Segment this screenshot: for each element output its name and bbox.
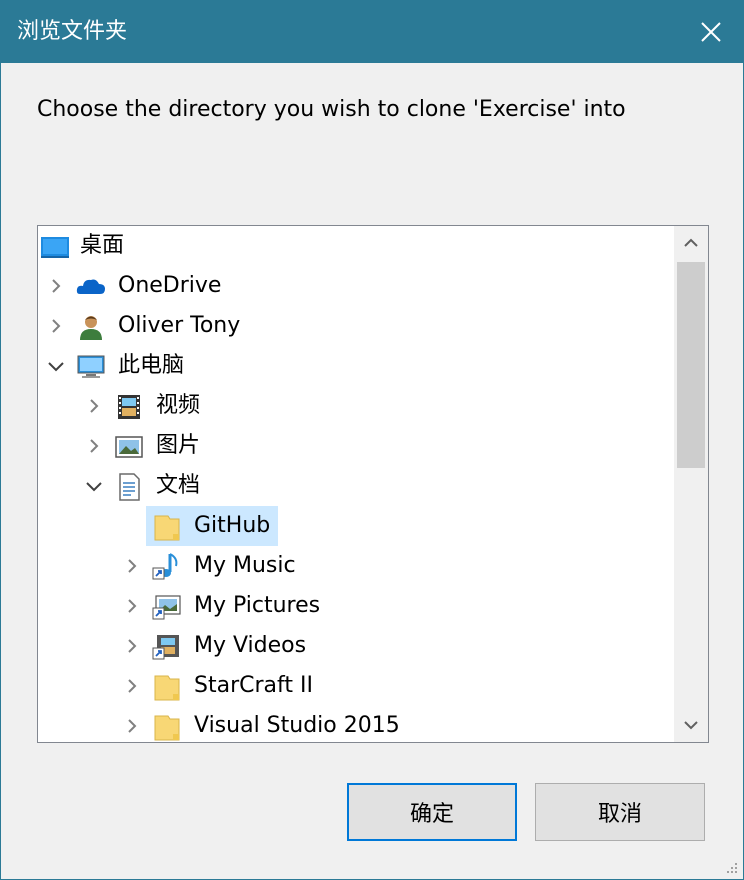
vertical-scrollbar[interactable]	[674, 226, 708, 742]
tree-item[interactable]: StarCraft II	[38, 666, 674, 706]
tree-item[interactable]: My Pictures	[38, 586, 674, 626]
tree-item-label: 文档	[156, 473, 201, 498]
pictures-shortcut-icon	[152, 595, 181, 620]
tree-item[interactable]: 视频	[38, 386, 674, 426]
scroll-down-button[interactable]	[674, 708, 708, 742]
tree-item-label: StarCraft II	[194, 673, 313, 698]
chevron-right-icon[interactable]	[84, 436, 104, 456]
tree-item[interactable]: 此电脑	[38, 346, 674, 386]
tree-item[interactable]: Visual Studio 2015	[38, 706, 674, 742]
onedrive-cloud-icon	[76, 279, 105, 294]
tree-item[interactable]: 图片	[38, 426, 674, 466]
scroll-up-button[interactable]	[674, 226, 708, 260]
chevron-down-icon	[684, 721, 698, 730]
user-icon	[80, 316, 102, 340]
cancel-button[interactable]: 取消	[535, 783, 705, 841]
video-folder-icon	[118, 395, 140, 419]
tree-item-label: Visual Studio 2015	[194, 713, 400, 738]
tree-item-label: My Videos	[194, 633, 307, 658]
tree-item[interactable]: OneDrive	[38, 266, 674, 306]
tree-item-label: My Music	[194, 553, 296, 578]
tree-item[interactable]: My Videos	[38, 626, 674, 666]
chevron-right-icon[interactable]	[122, 556, 142, 576]
tree-item[interactable]: My Music	[38, 546, 674, 586]
resize-grip-icon[interactable]	[723, 859, 739, 875]
title-bar[interactable]: 浏览文件夹	[1, 1, 743, 63]
tree-item[interactable]: GitHub	[38, 506, 674, 546]
chevron-right-icon[interactable]	[46, 276, 66, 296]
window-title: 浏览文件夹	[17, 19, 128, 44]
close-button[interactable]	[679, 1, 743, 63]
ok-button[interactable]: 确定	[347, 783, 517, 841]
folder-icon	[154, 715, 180, 741]
music-shortcut-icon	[152, 553, 178, 580]
tree-item-label: OneDrive	[118, 273, 222, 298]
tree-item-label: My Pictures	[194, 593, 321, 618]
folder-icon	[154, 515, 180, 541]
chevron-right-icon[interactable]	[122, 636, 142, 656]
desktop-icon	[41, 237, 69, 258]
documents-folder-icon	[119, 473, 140, 501]
dialog-description: Choose the directory you wish to clone '…	[37, 97, 626, 122]
scroll-thumb[interactable]	[677, 262, 705, 468]
tree-item-label: GitHub	[194, 513, 271, 538]
chevron-down-icon[interactable]	[84, 476, 104, 496]
folder-icon	[154, 675, 180, 701]
browse-folder-dialog: 浏览文件夹 Choose the directory you wish to c…	[0, 0, 744, 880]
tree-item-label: 桌面	[80, 233, 125, 258]
folder-tree[interactable]: 桌面 OneDrive Oliver Tony 此电脑视频图片文档 GitHub My M…	[37, 225, 709, 743]
chevron-right-icon[interactable]	[122, 676, 142, 696]
close-icon	[701, 22, 721, 42]
chevron-right-icon[interactable]	[46, 316, 66, 336]
tree-item[interactable]: Oliver Tony	[38, 306, 674, 346]
chevron-right-icon[interactable]	[122, 596, 142, 616]
videos-shortcut-icon	[152, 635, 179, 660]
chevron-right-icon[interactable]	[84, 396, 104, 416]
tree-item[interactable]: 桌面	[38, 226, 674, 266]
tree-item-label: 图片	[156, 433, 201, 458]
computer-icon	[77, 355, 105, 378]
chevron-right-icon[interactable]	[122, 716, 142, 736]
pictures-folder-icon	[115, 436, 143, 458]
tree-item-label: 视频	[156, 393, 201, 418]
chevron-down-icon[interactable]	[46, 356, 66, 376]
chevron-up-icon	[684, 238, 698, 247]
tree-item[interactable]: 文档	[38, 466, 674, 506]
tree-item-label: 此电脑	[118, 353, 185, 378]
tree-item-label: Oliver Tony	[118, 313, 241, 338]
